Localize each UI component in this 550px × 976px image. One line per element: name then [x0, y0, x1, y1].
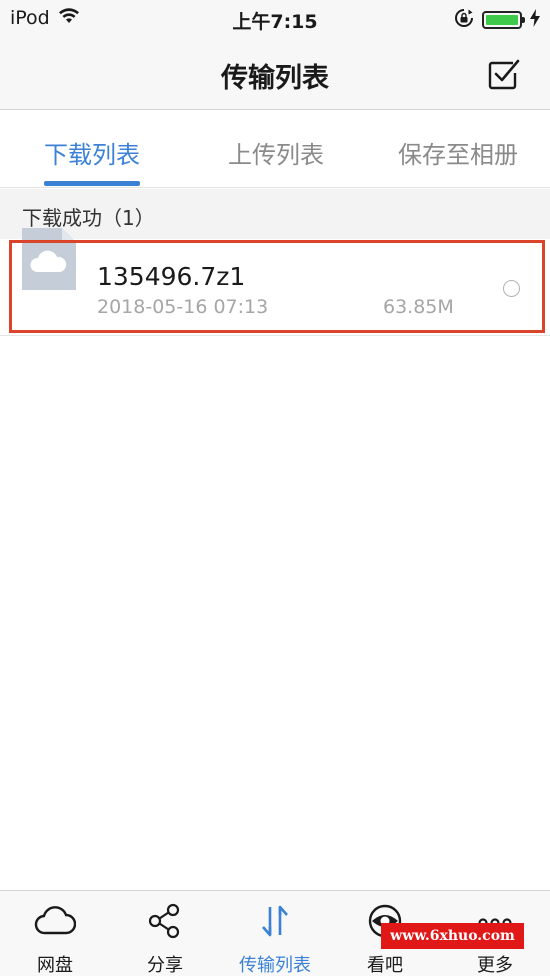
select-mode-button[interactable]: [484, 54, 524, 94]
highlight-box: [9, 240, 545, 333]
tabbar-label-netdisk: 网盘: [37, 955, 73, 976]
charging-bolt-icon: [530, 9, 540, 31]
tabbar-label-more: 更多: [477, 955, 513, 976]
cloud-icon: [34, 906, 76, 935]
status-bar: iPod 上午7:15: [0, 0, 550, 40]
navigation-bar: 传输列表: [0, 40, 550, 110]
status-right-group: [454, 8, 540, 32]
page-title: 传输列表: [221, 63, 329, 94]
watermark-label: www.6xhuo.com: [381, 923, 524, 949]
share-icon: [148, 903, 180, 939]
section-header: 下载成功（1）: [0, 189, 550, 239]
battery-icon: [482, 11, 525, 29]
tabbar-item-transfer[interactable]: 传输列表: [220, 891, 330, 976]
tabbar-label-transfer: 传输列表: [239, 955, 311, 976]
tabbar-item-netdisk[interactable]: 网盘: [0, 891, 110, 976]
transfer-tabs: 下载列表 上传列表 保存至相册: [0, 111, 550, 188]
checkbox-icon: [488, 59, 520, 90]
section-header-label: 下载成功（1）: [22, 206, 155, 230]
active-tab-indicator: [44, 181, 140, 186]
transfer-icon: [262, 905, 288, 937]
tabbar-label-watch: 看吧: [367, 955, 403, 976]
tab-save-to-album[interactable]: 保存至相册: [398, 135, 518, 170]
tabbar-label-share: 分享: [147, 955, 183, 976]
orientation-lock-icon: [454, 8, 474, 32]
tab-upload-list[interactable]: 上传列表: [228, 135, 324, 170]
tab-download-list[interactable]: 下载列表: [44, 135, 140, 170]
tabbar-item-share[interactable]: 分享: [110, 891, 220, 976]
